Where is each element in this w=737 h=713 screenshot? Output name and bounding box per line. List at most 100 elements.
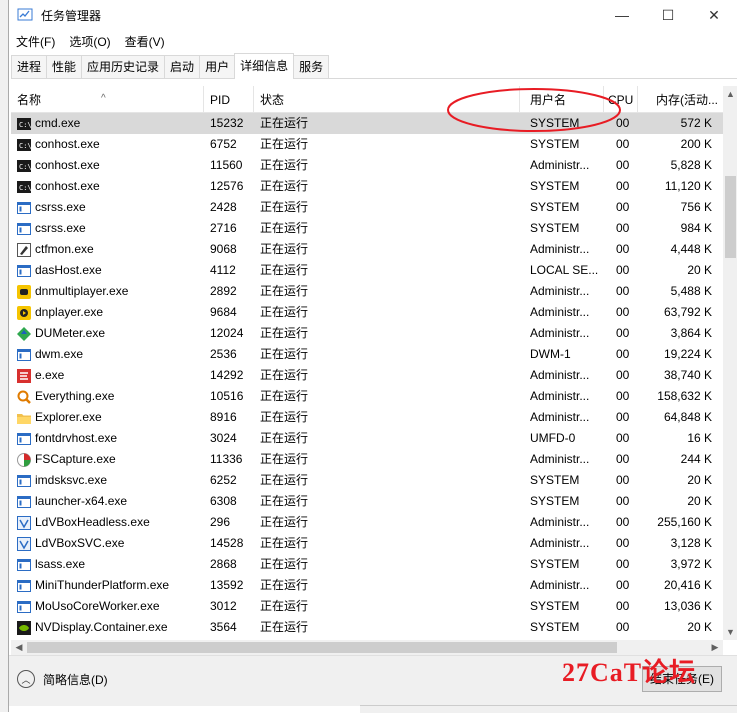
table-row[interactable]: NVDisplay.Container.exe 3564 正在运行 SYSTEM 00 2… [11, 617, 723, 638]
cmd-icon: C:\ [17, 117, 31, 130]
process-name-cell: lsass.exe [17, 554, 197, 575]
table-row[interactable]: dnplayer.exe 9684 正在运行 Administr... 00 63,792… [11, 302, 723, 323]
tab-performance[interactable]: 性能 [46, 55, 83, 78]
process-name: imdsksvc.exe [35, 473, 108, 487]
user-cell: SYSTEM [530, 494, 580, 508]
table-row[interactable]: launcher-x64.exe 6308 正在运行 SYSTEM 00 20 K [11, 491, 723, 512]
process-name: DUMeter.exe [35, 326, 106, 340]
minimize-icon: — [615, 7, 629, 23]
status-cell: 正在运行 [260, 326, 309, 340]
column-header-pid[interactable]: PID [204, 86, 254, 112]
status-cell: 正在运行 [260, 410, 309, 424]
table-row[interactable]: C:\ conhost.exe 11560 正在运行 Administr... 00 5,8… [11, 155, 723, 176]
process-name: conhost.exe [35, 179, 100, 193]
memory-cell: 3,128 K [670, 536, 712, 550]
user-cell: Administr... [530, 242, 590, 256]
table-row[interactable]: e.exe 14292 正在运行 Administr... 00 38,740 K [11, 365, 723, 386]
process-name-cell: LdVBoxHeadless.exe [17, 512, 197, 533]
menu-options[interactable]: 选项(O) [62, 33, 117, 50]
tab-details[interactable]: 详细信息 [234, 53, 295, 79]
tab-processes[interactable]: 进程 [11, 55, 48, 78]
details-table: 名称 ^ PID 状态 用户名 CPU 内存(活动... C:\ cmd.exe 1… [11, 86, 723, 640]
process-name-cell: csrss.exe [17, 197, 197, 218]
svg-text:C:\: C:\ [19, 142, 31, 150]
title-bar[interactable]: 任务管理器 — ☐ ✕ [9, 0, 737, 30]
table-row[interactable]: LdVBoxSVC.exe 14528 正在运行 Administr... 00 3,12… [11, 533, 723, 554]
table-row[interactable]: dnmultiplayer.exe 2892 正在运行 Administr... 00 5… [11, 281, 723, 302]
process-name-cell: imdsksvc.exe [17, 470, 197, 491]
scroll-right-icon[interactable]: ▶ [707, 640, 723, 655]
table-row[interactable]: ctfmon.exe 9068 正在运行 Administr... 00 4,448 K [11, 239, 723, 260]
process-name: dwm.exe [35, 347, 84, 361]
tab-users[interactable]: 用户 [199, 55, 236, 78]
table-row[interactable]: C:\ conhost.exe 6752 正在运行 SYSTEM 00 200 K [11, 134, 723, 155]
close-icon: ✕ [708, 6, 720, 23]
close-button[interactable]: ✕ [691, 0, 737, 30]
menu-file[interactable]: 文件(F) [9, 33, 62, 50]
table-row[interactable]: dasHost.exe 4112 正在运行 LOCAL SE... 00 20 K [11, 260, 723, 281]
status-cell: 正在运行 [260, 305, 309, 319]
table-row[interactable]: lsass.exe 2868 正在运行 SYSTEM 00 3,972 K [11, 554, 723, 575]
pid-cell: 13592 [210, 578, 244, 592]
horizontal-scroll-thumb[interactable] [27, 642, 617, 653]
menu-view[interactable]: 查看(V) [118, 33, 172, 50]
memory-cell: 4,448 K [670, 242, 712, 256]
table-row[interactable]: fontdrvhost.exe 3024 正在运行 UMFD-0 00 16 K [11, 428, 723, 449]
scroll-left-icon[interactable]: ◀ [11, 640, 27, 655]
table-row[interactable]: imdsksvc.exe 6252 正在运行 SYSTEM 00 20 K [11, 470, 723, 491]
column-name-label: 名称 [17, 93, 42, 107]
status-cell: 正在运行 [260, 368, 309, 382]
user-cell: LOCAL SE... [530, 263, 599, 277]
gamepad-icon [17, 284, 31, 299]
table-row[interactable]: Explorer.exe 8916 正在运行 Administr... 00 64,848… [11, 407, 723, 428]
status-cell: 正在运行 [260, 179, 309, 193]
table-row[interactable]: Everything.exe 10516 正在运行 Administr... 00 158… [11, 386, 723, 407]
table-row[interactable]: MoUsoCoreWorker.exe 3012 正在运行 SYSTEM 00 13,03… [11, 596, 723, 617]
table-row[interactable]: FSCapture.exe 11336 正在运行 Administr... 00 244 … [11, 449, 723, 470]
table-row[interactable]: dwm.exe 2536 正在运行 DWM-1 00 19,224 K [11, 344, 723, 365]
table-row[interactable]: csrss.exe 2428 正在运行 SYSTEM 00 756 K [11, 197, 723, 218]
process-name-cell: fontdrvhost.exe [17, 428, 197, 449]
meter-icon [17, 326, 31, 341]
process-name-cell: e.exe [17, 365, 197, 386]
user-cell: Administr... [530, 326, 590, 340]
status-cell: 正在运行 [260, 578, 309, 592]
user-cell: SYSTEM [530, 179, 580, 193]
user-cell: Administr... [530, 389, 590, 403]
table-row[interactable]: C:\ conhost.exe 12576 正在运行 SYSTEM 00 11,120 K [11, 176, 723, 197]
table-row[interactable]: csrss.exe 2716 正在运行 SYSTEM 00 984 K [11, 218, 723, 239]
pid-cell: 9684 [210, 305, 237, 319]
column-header-name[interactable]: 名称 ^ [11, 86, 204, 112]
pid-cell: 15232 [210, 116, 244, 130]
vertical-scroll-thumb[interactable] [725, 176, 736, 258]
vbox-icon [17, 515, 31, 530]
tab-startup[interactable]: 启动 [164, 55, 201, 78]
process-name: e.exe [35, 368, 65, 382]
memory-cell: 244 K [680, 452, 712, 466]
process-name-cell: FSCapture.exe [17, 449, 197, 470]
task-manager-icon [17, 8, 33, 21]
table-row[interactable]: DUMeter.exe 12024 正在运行 Administr... 00 3,864 … [11, 323, 723, 344]
fewer-details-button[interactable]: ︿ 简略信息(D) [17, 670, 108, 688]
vertical-scrollbar[interactable]: ▲ ▼ [723, 86, 737, 640]
scroll-down-icon[interactable]: ▼ [723, 624, 737, 640]
pid-cell: 10516 [210, 389, 244, 403]
window-icon [17, 600, 31, 613]
maximize-button[interactable]: ☐ [645, 0, 691, 30]
column-header-memory[interactable]: 内存(活动... [638, 86, 723, 112]
scroll-up-icon[interactable]: ▲ [723, 86, 737, 102]
table-row[interactable]: MiniThunderPlatform.exe 13592 正在运行 Administ… [11, 575, 723, 596]
window-icon [17, 201, 31, 214]
memory-cell: 63,792 K [663, 305, 712, 319]
pid-cell: 4112 [210, 263, 236, 277]
console-icon: C:\ [17, 180, 31, 193]
folder-icon [17, 413, 31, 424]
pid-cell: 14292 [210, 368, 244, 382]
table-row[interactable]: LdVBoxHeadless.exe 296 正在运行 Administr... 00 2… [11, 512, 723, 533]
tab-services[interactable]: 服务 [293, 55, 330, 78]
status-cell: 正在运行 [260, 347, 309, 361]
memory-cell: 20 K [687, 263, 712, 277]
status-cell: 正在运行 [260, 158, 309, 172]
tab-app-history[interactable]: 应用历史记录 [81, 55, 166, 78]
minimize-button[interactable]: — [599, 0, 645, 30]
